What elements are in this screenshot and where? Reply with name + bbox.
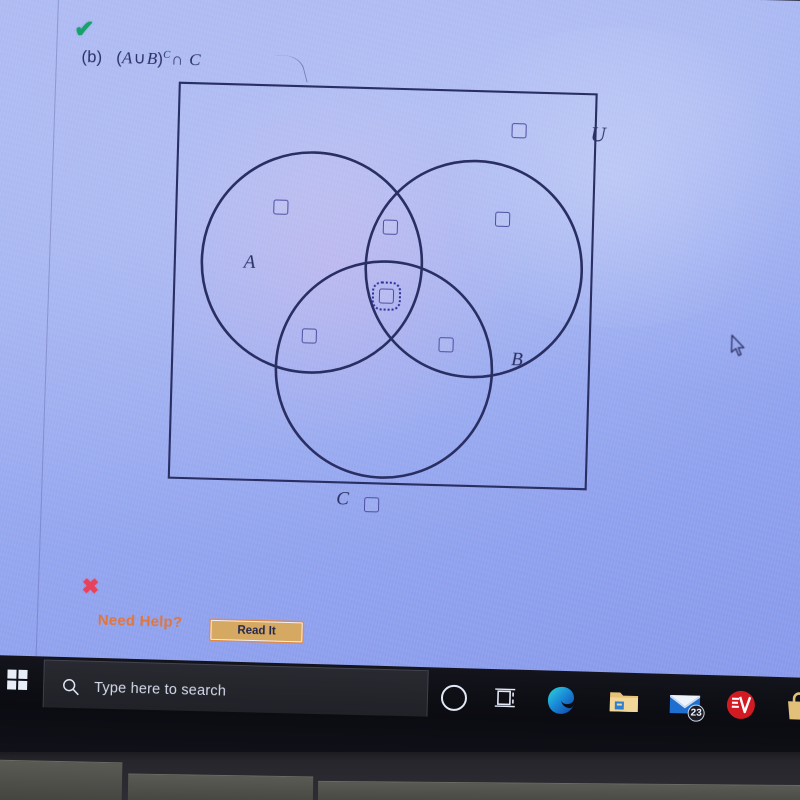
desk-panel-left bbox=[0, 759, 123, 800]
venn-diagram: A B C U bbox=[153, 71, 657, 584]
label-set-c: C bbox=[335, 488, 350, 510]
microsoft-edge-icon[interactable] bbox=[544, 682, 581, 724]
check-mark-icon: ✔ bbox=[73, 15, 95, 44]
checkbox-a-intersect-c[interactable] bbox=[301, 328, 318, 344]
union-symbol: ∪ bbox=[133, 49, 147, 68]
checkbox-outside-all-sets[interactable] bbox=[511, 123, 527, 139]
need-help-label: Need Help? bbox=[97, 611, 183, 632]
checkbox-a-intersect-b[interactable] bbox=[382, 219, 399, 235]
search-placeholder-text: Type here to search bbox=[93, 679, 227, 700]
checkbox-b-intersect-c[interactable] bbox=[438, 337, 454, 353]
task-view-icon[interactable] bbox=[494, 687, 519, 710]
expressvpn-icon[interactable] bbox=[722, 687, 759, 722]
search-icon bbox=[63, 679, 79, 696]
x-mark-icon: ✖ bbox=[81, 575, 100, 599]
set-c-symbol: C bbox=[188, 50, 202, 70]
complement-symbol: C bbox=[163, 49, 171, 61]
start-button[interactable] bbox=[7, 669, 30, 692]
label-universal-set: U bbox=[590, 122, 607, 147]
intersection-symbol: ∩ bbox=[171, 50, 184, 69]
mail-icon[interactable]: 23 bbox=[666, 686, 705, 722]
checkbox-c-only[interactable] bbox=[363, 497, 380, 513]
file-explorer-icon[interactable] bbox=[605, 684, 642, 726]
set-a-symbol: A bbox=[121, 48, 133, 68]
mouse-pointer-icon bbox=[730, 334, 745, 357]
venn-shapes bbox=[167, 81, 598, 491]
universal-set-rectangle bbox=[167, 81, 598, 491]
question-label: (b) bbox=[81, 48, 103, 67]
store-icon[interactable] bbox=[780, 689, 800, 724]
checkbox-a-only[interactable] bbox=[273, 199, 289, 215]
windows-logo-icon bbox=[7, 669, 17, 679]
label-set-a: A bbox=[243, 251, 256, 273]
label-set-b: B bbox=[510, 349, 524, 371]
checkbox-b-only[interactable] bbox=[494, 211, 511, 228]
checkbox-a-intersect-b-intersect-c[interactable] bbox=[371, 281, 402, 312]
screenshot-root: ✔ (b) (A∪B)C∩ C A B C U ✖ Need Help? Rea… bbox=[0, 0, 800, 800]
read-it-button[interactable]: Read It bbox=[210, 619, 303, 643]
desk-panel-right bbox=[317, 780, 800, 800]
cortana-icon[interactable] bbox=[440, 684, 468, 712]
desk-panel-middle bbox=[127, 773, 314, 800]
question-prompt: (b) (A∪B)C∩ C bbox=[81, 47, 201, 70]
set-b-symbol: B bbox=[146, 48, 158, 69]
